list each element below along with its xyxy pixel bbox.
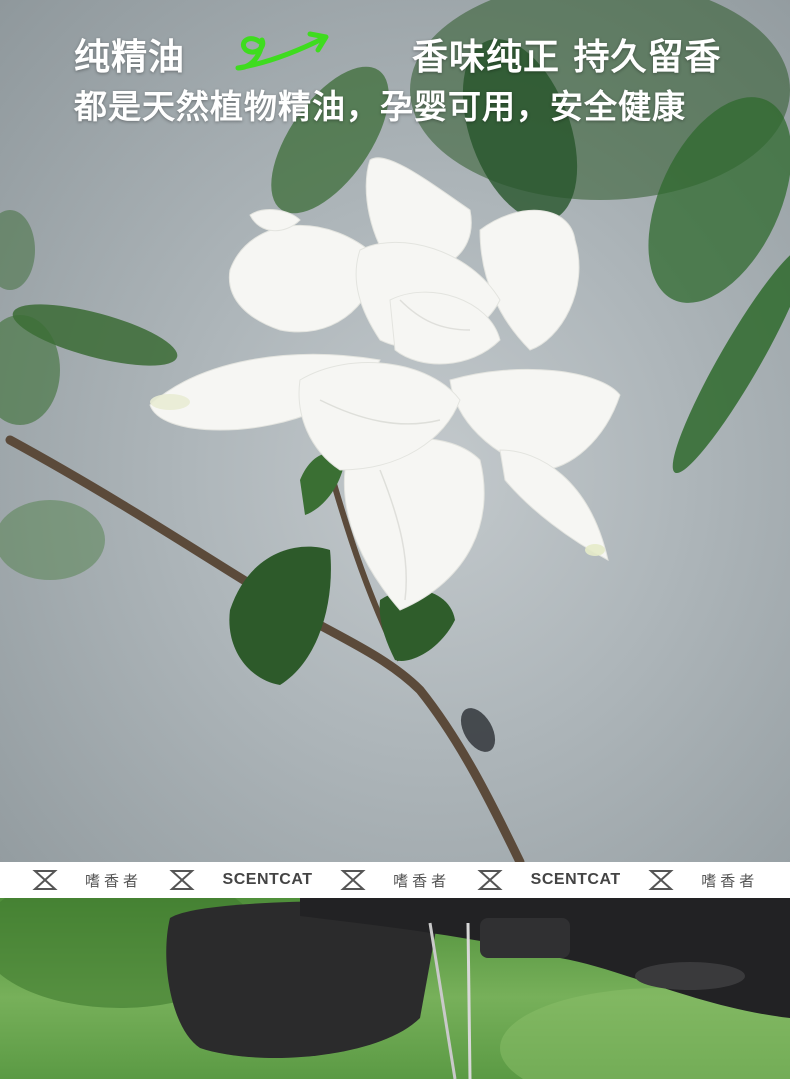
product-detail-page: 纯精油 香味纯正 持久留香 都是天然植物精油，孕婴可用，安全健康 嗜香者 SCE… bbox=[0, 0, 790, 1079]
car-mirror-photo bbox=[0, 898, 790, 1079]
headline-subtitle: 都是天然植物精油，孕婴可用，安全健康 bbox=[74, 87, 686, 126]
brand-name-cn: 嗜香者 bbox=[84, 871, 142, 890]
headline-pure-oil: 纯精油 bbox=[74, 37, 186, 78]
gardenia-illustration bbox=[0, 0, 790, 862]
hourglass-logo-icon bbox=[340, 869, 366, 891]
brand-strip: 嗜香者 SCENTCAT 嗜香者 SCENTCAT 嗜香者 bbox=[0, 862, 790, 898]
brand-name-cn: 嗜香者 bbox=[701, 871, 759, 890]
brand-name-en: SCENTCAT bbox=[222, 871, 313, 888]
headline-fragrance: 香味纯正 持久留香 bbox=[412, 37, 722, 78]
hourglass-logo-icon bbox=[648, 869, 674, 891]
brand-name-en: SCENTCAT bbox=[530, 871, 621, 888]
hourglass-logo-icon bbox=[32, 869, 58, 891]
gardenia-photo: 纯精油 香味纯正 持久留香 都是天然植物精油，孕婴可用，安全健康 bbox=[0, 0, 790, 862]
hourglass-logo-icon bbox=[169, 869, 195, 891]
brand-name-cn: 嗜香者 bbox=[393, 871, 451, 890]
hourglass-logo-icon bbox=[477, 869, 503, 891]
car-diffuser-illustration bbox=[0, 898, 790, 1079]
